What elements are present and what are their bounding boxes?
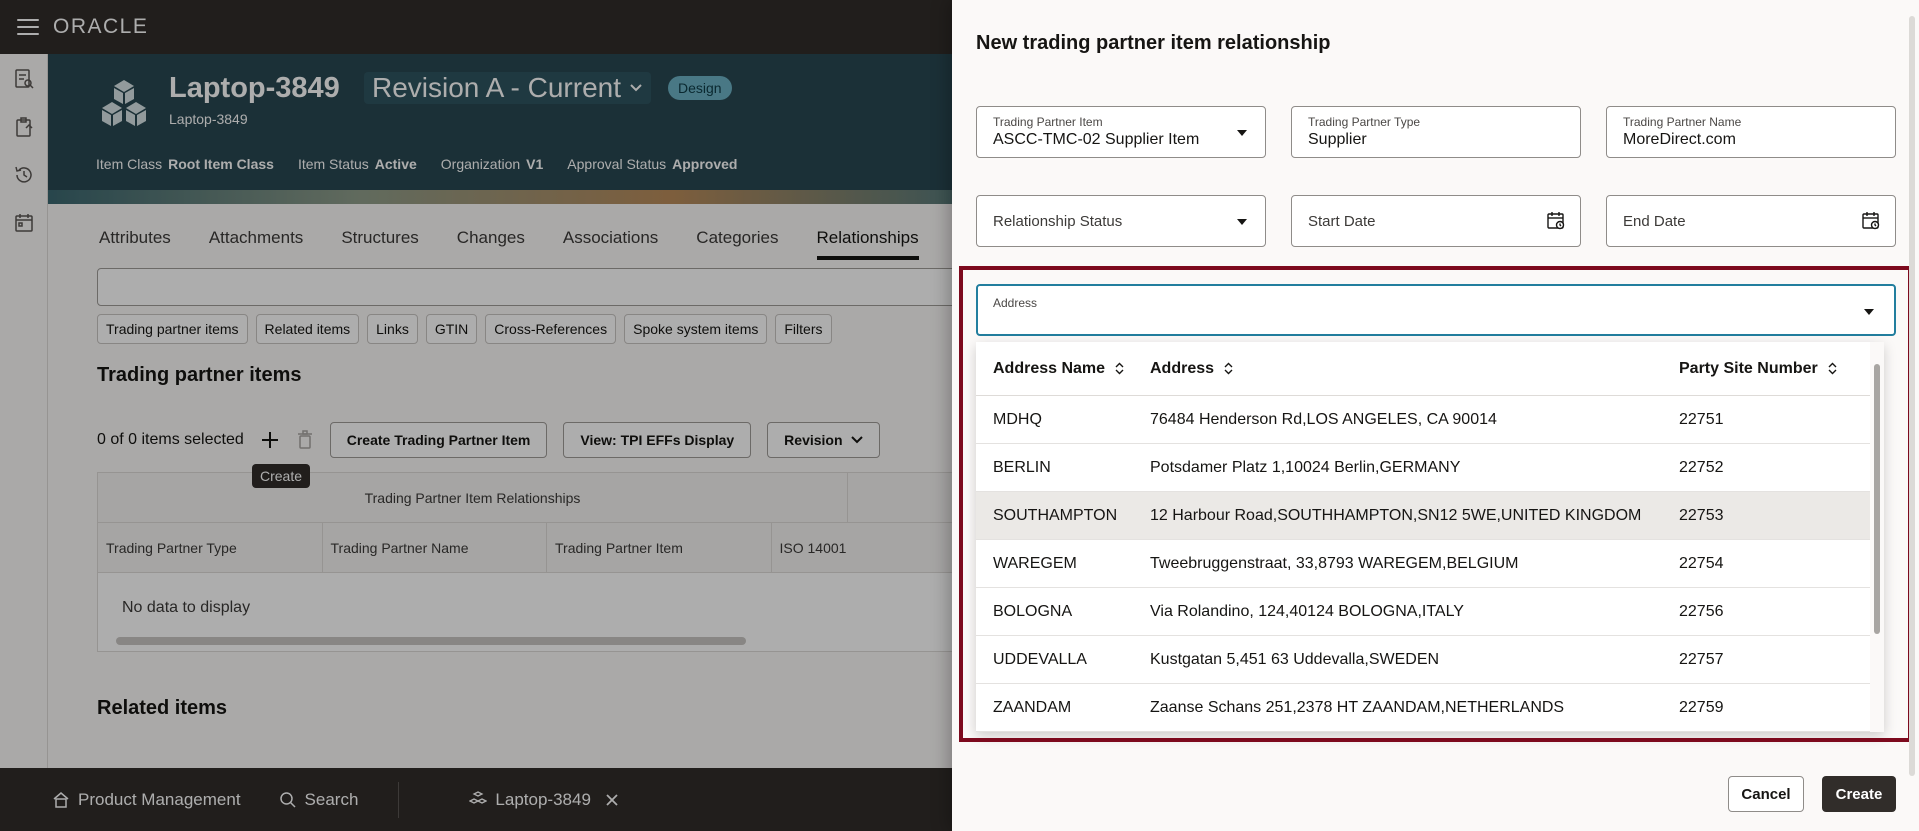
modal-scrim: [0, 0, 952, 831]
trading-partner-type-field[interactable]: Trading Partner Type Supplier: [1291, 106, 1581, 158]
caret-down-icon: [1237, 130, 1247, 136]
scrollbar-thumb[interactable]: [1909, 16, 1915, 776]
drawer-title: New trading partner item relationship: [976, 32, 1331, 54]
new-tpi-relationship-drawer: New trading partner item relationship Tr…: [952, 0, 1919, 831]
start-date-field[interactable]: Start Date: [1291, 195, 1581, 247]
calendar-icon[interactable]: [1861, 211, 1881, 231]
calendar-icon[interactable]: [1546, 211, 1566, 231]
create-button[interactable]: Create: [1822, 776, 1896, 812]
field-value: MoreDirect.com: [1623, 131, 1736, 148]
caret-down-icon: [1237, 219, 1247, 225]
highlight-annotation: [959, 266, 1912, 742]
field-value: Supplier: [1308, 131, 1367, 148]
cancel-button[interactable]: Cancel: [1728, 776, 1804, 812]
drawer-scrollbar[interactable]: [1909, 6, 1915, 826]
field-label: Trading Partner Type: [1308, 115, 1421, 129]
field-label: Trading Partner Item: [993, 115, 1103, 129]
field-label: Relationship Status: [993, 213, 1123, 230]
relationship-status-select[interactable]: Relationship Status: [976, 195, 1266, 247]
field-label: Start Date: [1308, 213, 1376, 230]
trading-partner-item-select[interactable]: Trading Partner Item ASCC-TMC-02 Supplie…: [976, 106, 1266, 158]
field-label: End Date: [1623, 213, 1686, 230]
trading-partner-name-field[interactable]: Trading Partner Name MoreDirect.com: [1606, 106, 1896, 158]
field-label: Trading Partner Name: [1623, 115, 1742, 129]
field-value: ASCC-TMC-02 Supplier Item: [993, 131, 1200, 148]
end-date-field[interactable]: End Date: [1606, 195, 1896, 247]
